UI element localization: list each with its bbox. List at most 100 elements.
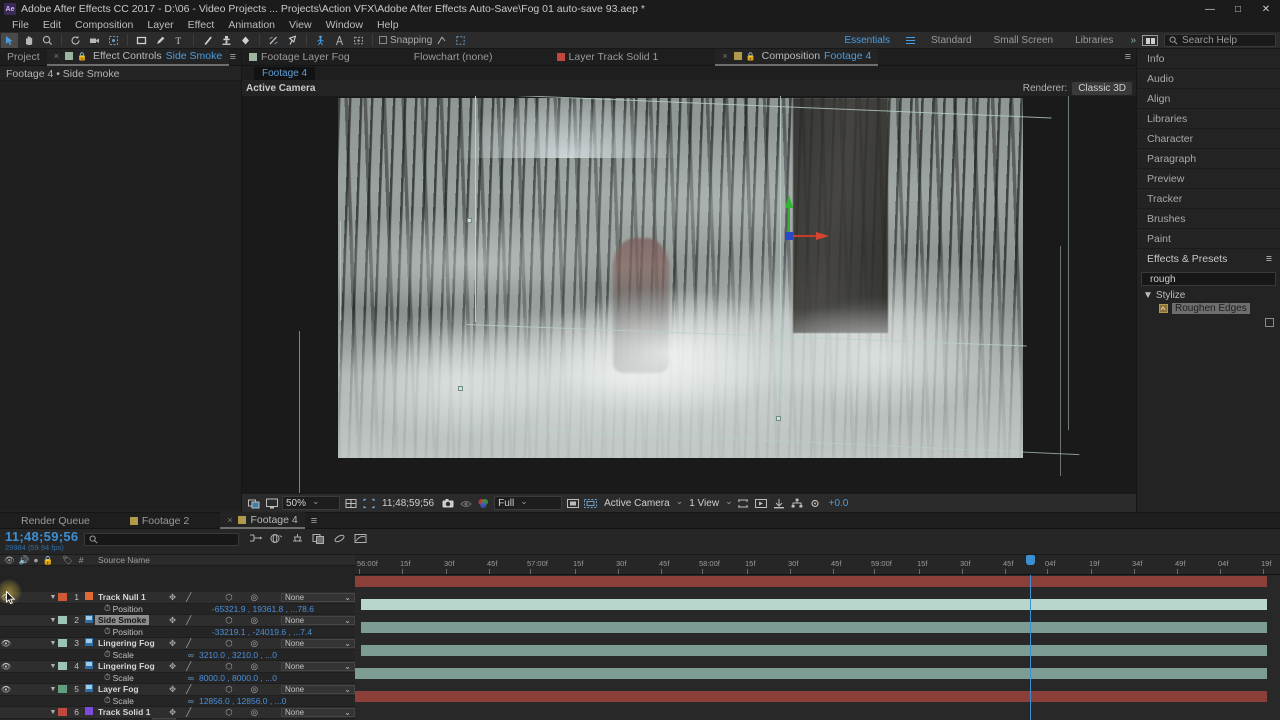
- visibility-toggle-5[interactable]: 👁: [0, 685, 12, 694]
- motion-blur-icon[interactable]: [333, 533, 346, 547]
- layer-track-solid-tab[interactable]: Layer Track Solid 1: [550, 49, 666, 66]
- menu-composition[interactable]: Composition: [68, 18, 140, 32]
- puppet-bend-tool-icon[interactable]: [350, 33, 367, 48]
- menu-effect[interactable]: Effect: [181, 18, 222, 32]
- transform-handle-right[interactable]: [776, 416, 781, 421]
- pen-tool-icon[interactable]: [152, 33, 169, 48]
- property-name-1[interactable]: Position: [111, 604, 143, 614]
- disclosure-triangle-icon[interactable]: ▼: [1143, 290, 1153, 301]
- panel-character[interactable]: Character: [1137, 129, 1280, 149]
- maximize-button[interactable]: □: [1224, 0, 1252, 18]
- effects-search-input[interactable]: [1150, 273, 1280, 285]
- timeline-menu-icon[interactable]: ≡: [311, 515, 317, 527]
- effects-search-field[interactable]: ✕: [1141, 272, 1280, 286]
- channel-rgb-icon[interactable]: [476, 496, 491, 510]
- table-row[interactable]: 👁 ▼ 3 Lingering Fog ✥ ╱ ⬡ ◎ None ⌄: [0, 638, 355, 650]
- stopwatch-icon-2[interactable]: ⏱: [104, 626, 111, 637]
- view-layout-value[interactable]: 1 View: [686, 498, 722, 509]
- layer-color-3[interactable]: [58, 639, 67, 648]
- parent-pick-whip-6[interactable]: ◎: [251, 707, 258, 718]
- align-snap-icon[interactable]: [433, 33, 450, 48]
- quality-icon-3[interactable]: ╱: [186, 638, 191, 649]
- visibility-toggle-4[interactable]: 👁: [0, 662, 12, 671]
- layer-switches-2[interactable]: ✥ ╱ ⬡ ◎: [165, 615, 277, 626]
- layer-switches-6[interactable]: ✥ ╱ ⬡ ◎: [165, 707, 277, 718]
- layer-name-4[interactable]: Lingering Fog: [95, 661, 158, 671]
- frame-blending-icon[interactable]: [312, 533, 325, 547]
- parent-pick-whip-3[interactable]: ◎: [251, 638, 258, 649]
- menu-window[interactable]: Window: [319, 18, 370, 32]
- transform-icon-2[interactable]: ✥: [169, 615, 176, 626]
- timeline-button-icon[interactable]: [772, 496, 787, 510]
- threed-icon-6[interactable]: ⬡: [225, 707, 232, 718]
- layer-color-6[interactable]: [58, 708, 67, 717]
- stopwatch-icon-3[interactable]: ⏱: [104, 649, 111, 660]
- magnification-dropdown[interactable]: 50%: [282, 496, 340, 510]
- take-snapshot-icon[interactable]: [440, 496, 455, 510]
- minimize-button[interactable]: —: [1196, 0, 1224, 18]
- timeline-search-field[interactable]: [84, 533, 240, 546]
- hide-shy-layers-icon[interactable]: [291, 533, 304, 547]
- comp-flowchart-icon[interactable]: [790, 496, 805, 510]
- property-value-4[interactable]: 8000.0 , 8000.0 , ...0: [194, 673, 277, 683]
- effect-controls-tab-close-icon[interactable]: ×: [54, 51, 59, 61]
- quality-icon-2[interactable]: ╱: [186, 615, 191, 626]
- puppet-position-tool-icon[interactable]: [312, 33, 329, 48]
- zoom-tool-icon[interactable]: [39, 33, 56, 48]
- selection-tool-icon[interactable]: [1, 32, 18, 48]
- menu-animation[interactable]: Animation: [221, 18, 282, 32]
- layer-bar-4[interactable]: [361, 645, 1267, 656]
- parent-dropdown-1[interactable]: None ⌄: [281, 592, 355, 602]
- property-row[interactable]: ⏱ Scale ∞ 8000.0 , 8000.0 , ...0: [0, 672, 355, 684]
- time-ruler[interactable]: 56:00f 15f 30f 45f 57:00f 15f 30f 45f 58…: [355, 555, 1280, 575]
- property-row[interactable]: ⏱ Scale ∞ 3210.0 , 3210.0 , ...0: [0, 649, 355, 661]
- property-name-4[interactable]: Scale: [111, 673, 134, 683]
- flowchart-tab[interactable]: Flowchart (none): [407, 49, 500, 66]
- parent-pick-whip-1[interactable]: ◎: [251, 592, 258, 603]
- workspace-libraries[interactable]: Libraries: [1064, 32, 1124, 49]
- layer-name-5[interactable]: Layer Fog: [95, 684, 142, 694]
- lock-icon[interactable]: 🔒: [77, 52, 89, 61]
- disclosure-5[interactable]: ▼: [48, 686, 58, 693]
- exposure-value[interactable]: +0.0: [826, 498, 852, 509]
- composition-viewer[interactable]: [242, 96, 1136, 493]
- pan-behind-tool-icon[interactable]: [105, 33, 122, 48]
- transform-box-icon[interactable]: [452, 33, 469, 48]
- menu-help[interactable]: Help: [370, 18, 406, 32]
- view-camera-value[interactable]: Active Camera: [601, 498, 673, 509]
- keyboard-shortcuts-icon[interactable]: [1142, 35, 1158, 46]
- footage-layer-fog-tab[interactable]: Footage Layer Fog: [242, 49, 357, 66]
- parent-pick-whip-4[interactable]: ◎: [251, 661, 258, 672]
- layer-name-3[interactable]: Lingering Fog: [95, 638, 158, 648]
- shape-tool-icon[interactable]: [133, 33, 150, 48]
- toggle-mask-paths-icon[interactable]: [583, 496, 598, 510]
- footage-4-tab[interactable]: × Footage 4: [220, 512, 305, 529]
- effects-presets-menu-icon[interactable]: ≡: [1266, 253, 1272, 265]
- layer-name-2[interactable]: Side Smoke: [95, 615, 150, 626]
- quality-icon-4[interactable]: ╱: [186, 661, 191, 672]
- graph-editor-icon[interactable]: [354, 533, 367, 547]
- always-preview-this-view-icon[interactable]: [246, 496, 261, 510]
- layer-switches-4[interactable]: ✥ ╱ ⬡ ◎: [165, 661, 277, 672]
- effects-panel-footer-icon[interactable]: [1137, 318, 1280, 330]
- panel-align[interactable]: Align: [1137, 89, 1280, 109]
- effect-controls-tab[interactable]: × 🔒 Effect Controls Side Smoke: [46, 48, 230, 66]
- quality-icon-1[interactable]: ╱: [186, 592, 191, 603]
- exposure-reset-icon[interactable]: [808, 496, 823, 510]
- chevron-down-icon-4[interactable]: [725, 498, 733, 509]
- menu-layer[interactable]: Layer: [140, 18, 180, 32]
- close-button[interactable]: ✕: [1252, 0, 1280, 18]
- quality-icon-5[interactable]: ╱: [186, 684, 191, 695]
- panel-audio[interactable]: Audio: [1137, 69, 1280, 89]
- property-row[interactable]: ⏱ Position -33219.1 , -24019.6 , ...7.4: [0, 626, 355, 638]
- disclosure-6[interactable]: ▼: [48, 709, 58, 716]
- puppet-advanced-tool-icon[interactable]: [331, 33, 348, 48]
- pixel-aspect-correction-icon[interactable]: [736, 496, 751, 510]
- transform-icon-3[interactable]: ✥: [169, 638, 176, 649]
- timeline-graph-area[interactable]: 56:00f 15f 30f 45f 57:00f 15f 30f 45f 58…: [355, 555, 1280, 720]
- threed-icon-1[interactable]: ⬡: [225, 592, 232, 603]
- layer-name-6[interactable]: Track Solid 1: [95, 707, 153, 717]
- workspace-essentials[interactable]: Essentials: [833, 32, 901, 49]
- panel-info[interactable]: Info: [1137, 49, 1280, 69]
- property-value-3[interactable]: 3210.0 , 3210.0 , ...0: [194, 650, 277, 660]
